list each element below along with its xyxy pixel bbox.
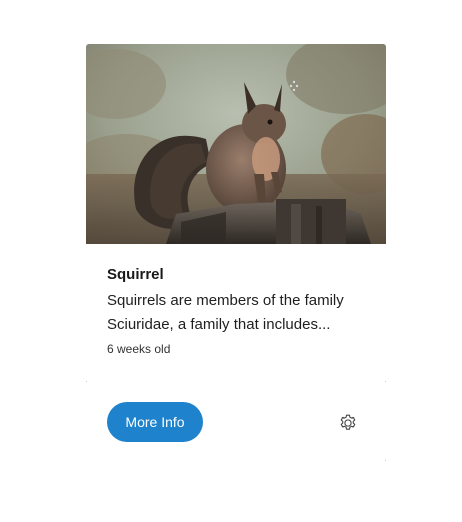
settings-button[interactable] [337,412,359,434]
footer-corner [385,460,386,461]
card-age: 6 weeks old [107,342,171,356]
card-title: Squirrel [107,266,164,283]
card-body: Squirrel Squirrels are members of the fa… [107,266,369,357]
content-card: Squirrel Squirrels are members of the fa… [86,44,386,464]
divider-right [385,381,386,382]
more-info-button[interactable]: More Info [107,402,203,442]
divider-left [86,381,87,382]
card-description: Squirrels are members of the family Sciu… [107,292,344,333]
squirrel-image [86,44,386,244]
gear-icon [340,414,356,430]
